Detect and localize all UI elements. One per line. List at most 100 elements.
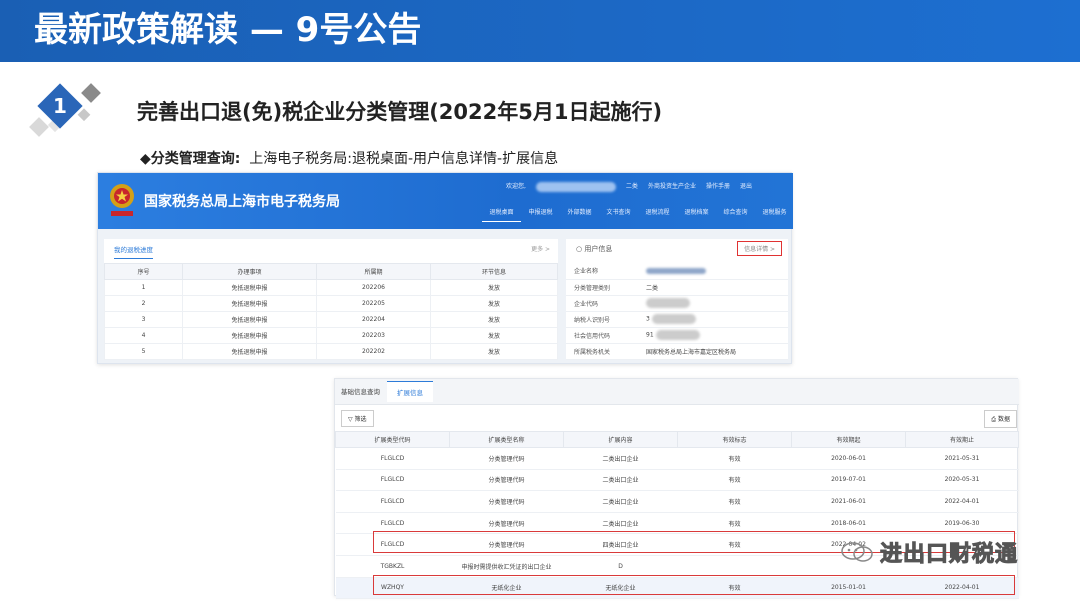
nav-item-query[interactable]: 综合查询	[716, 207, 755, 222]
user-bar: 欢迎您, 二类 外商投资生产企业 操作手册 退出	[506, 181, 762, 192]
table-row[interactable]: 1 免抵退税申报 202206 发放	[104, 279, 558, 296]
table-row[interactable]: FLGLCD 分类管理代码 二类出口企业 有效 2019-07-01 2020-05-31	[335, 469, 1019, 492]
info-row: 分类管理类别 二类	[566, 279, 788, 296]
cell: 免抵退税申报	[182, 311, 317, 328]
cell: FLGLCD	[335, 469, 450, 492]
cell: TGBKZL	[335, 555, 450, 578]
info-key: 分类管理类别	[566, 279, 638, 296]
cell: 202203	[316, 327, 431, 344]
user-link-logout[interactable]: 退出	[740, 183, 752, 190]
nav-item-archive[interactable]: 退税档案	[677, 207, 716, 222]
info-value: 二类	[638, 279, 788, 296]
user-icon: ○	[576, 245, 583, 253]
slide-title: 最新政策解读 — 9号公告	[34, 10, 422, 50]
cell: 5	[104, 343, 183, 360]
tax-emblem-icon	[110, 184, 134, 216]
cell: 202204	[316, 311, 431, 328]
table-row[interactable]: 2 免抵退税申报 202205 发放	[104, 295, 558, 312]
portal-screenshot: 国家税务总局上海市电子税务局 欢迎您, 二类 外商投资生产企业 操作手册 退出 退税桌面…	[97, 172, 793, 364]
cell: 免抵退税申报	[182, 343, 317, 360]
info-key: 纳税人识别号	[566, 311, 638, 328]
cell: 202202	[316, 343, 431, 360]
nav-item-external-data[interactable]: 外部数据	[560, 207, 599, 222]
slide-heading: 完善出口退(免)税企业分类管理(2022年5月1日起施行)	[137, 100, 663, 124]
info-row: 企业名称	[566, 263, 788, 280]
cell: 有效	[677, 469, 792, 492]
user-info-card: ○ 用户信息 信息详情 > 企业名称 分类管理类别 二类 企业代码 纳税人识别号 3…	[566, 239, 788, 360]
nav-item-declare[interactable]: 申报退税	[521, 207, 560, 222]
portal-nav: 退税桌面 申报退税 外部数据 文书查询 退税流程 退税档案 综合查询 退税服务	[482, 207, 794, 222]
col-ext-content: 扩展内容	[563, 431, 678, 448]
redacted-user	[535, 181, 616, 192]
cell: 有效	[677, 447, 792, 470]
tab-extension-info[interactable]: 扩展信息	[387, 381, 433, 402]
info-key: 企业代码	[566, 295, 638, 312]
col-valid-flag: 有效标志	[677, 431, 792, 448]
cell: 2020-06-01	[791, 447, 906, 470]
cell: 分类管理代码	[449, 469, 564, 492]
cell: 二类出口企业	[563, 469, 678, 492]
cell: 有效	[677, 490, 792, 513]
portal-header: 国家税务总局上海市电子税务局 欢迎您, 二类 外商投资生产企业 操作手册 退出 退税桌面…	[98, 173, 793, 229]
cell: 202205	[316, 295, 431, 312]
table-row[interactable]: 3 免抵退税申报 202204 发放	[104, 311, 558, 328]
cell: 分类管理代码	[449, 490, 564, 513]
cell: 发放	[430, 311, 558, 328]
cell: 4	[104, 327, 183, 344]
cell: 免抵退税申报	[182, 295, 317, 312]
info-row: 所属税务机关 国家税务总局上海市嘉定区税务局	[566, 343, 788, 360]
progress-table: 序号 办理事项 所属期 环节信息 1 免抵退税申报 202206 发放 2 免抵退税申报…	[104, 263, 558, 360]
number-badge: 1	[29, 83, 101, 137]
user-link-manual[interactable]: 操作手册	[706, 183, 730, 190]
filter-button[interactable]: ▽ 筛选	[341, 410, 374, 427]
info-value	[638, 295, 788, 312]
cell: 发放	[430, 343, 558, 360]
user-info-title-text: 用户信息	[584, 245, 613, 253]
cell: 2021-05-31	[905, 447, 1019, 470]
info-details-link[interactable]: 信息详情 >	[737, 241, 782, 256]
print-label: 数据	[997, 416, 1010, 423]
watermark: 进出口财税通	[840, 536, 1018, 568]
sub-label: ◆分类管理查询:	[140, 151, 241, 167]
cell: 发放	[430, 279, 558, 296]
cell: 2022-04-01	[905, 490, 1019, 513]
table-row[interactable]: FLGLCD 分类管理代码 二类出口企业 有效 2020-06-01 2021-05-31	[335, 447, 1019, 470]
cell: 申报时需提供收汇凭证的出口企业	[449, 555, 564, 578]
tab-basic-info[interactable]: 基础信息查询	[341, 386, 380, 396]
table-row[interactable]: FLGLCD 分类管理代码 二类出口企业 有效 2021-06-01 2022-04-01	[335, 490, 1019, 513]
user-info-table: 企业名称 分类管理类别 二类 企业代码 纳税人识别号 3 社会信用代码 91 所属税务…	[566, 263, 788, 360]
refund-progress-card: 我的退税进度 更多 > 序号 办理事项 所属期 环节信息 1 免抵退税申报 2022…	[104, 239, 558, 360]
wechat-icon	[841, 542, 873, 562]
col-item: 办理事项	[182, 263, 317, 280]
cell: 发放	[430, 295, 558, 312]
print-icon: ⎙	[991, 416, 997, 423]
cell: 3	[104, 311, 183, 328]
more-link[interactable]: 更多 >	[531, 244, 550, 253]
user-link-type[interactable]: 外商投资生产企业	[648, 183, 696, 190]
info-row: 纳税人识别号 3	[566, 311, 788, 328]
cell: 2	[104, 295, 183, 312]
title-banner: 最新政策解读 — 9号公告	[0, 0, 1080, 62]
info-value: 国家税务总局上海市嘉定区税务局	[638, 343, 788, 360]
extension-table: 扩展类型代码 扩展类型名称 扩展内容 有效标志 有效期起 有效期止 FLGLCD…	[335, 431, 1019, 600]
info-key: 社会信用代码	[566, 327, 638, 344]
table-row[interactable]: 4 免抵退税申报 202203 发放	[104, 327, 558, 344]
filter-icon: ▽	[348, 416, 353, 423]
sub-path: 上海电子税务局:退税桌面-用户信息详情-扩展信息	[249, 151, 559, 167]
info-key: 所属税务机关	[566, 343, 638, 360]
nav-item-refund-desk[interactable]: 退税桌面	[482, 207, 521, 222]
cell: 二类出口企业	[563, 447, 678, 470]
tab-refund-progress[interactable]: 我的退税进度	[114, 244, 153, 259]
info-value	[638, 263, 788, 280]
print-button[interactable]: ⎙ 数据	[984, 410, 1017, 428]
cell: 免抵退税申报	[182, 279, 317, 296]
nav-item-flow[interactable]: 退税流程	[638, 207, 677, 222]
nav-item-documents[interactable]: 文书查询	[599, 207, 638, 222]
cell: FLGLCD	[335, 447, 450, 470]
nav-item-service[interactable]: 退税服务	[755, 207, 794, 222]
table-row[interactable]: 5 免抵退税申报 202202 发放	[104, 343, 558, 360]
cell: 2020-05-31	[905, 469, 1019, 492]
user-greeting: 欢迎您,	[506, 183, 526, 190]
info-row: 企业代码	[566, 295, 788, 312]
cell: 202206	[316, 279, 431, 296]
